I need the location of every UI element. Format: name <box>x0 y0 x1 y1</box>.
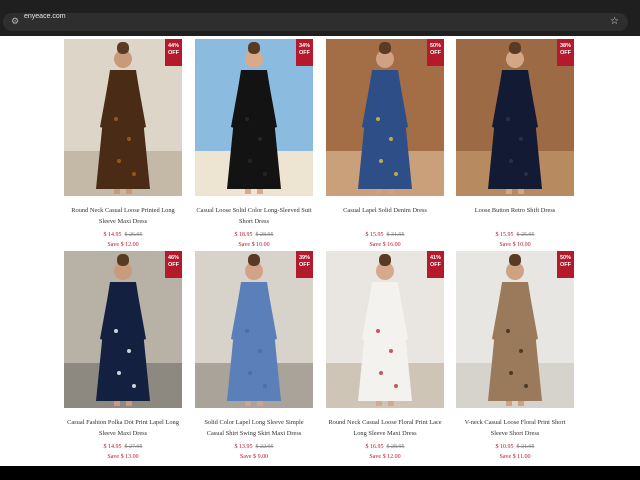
price-row: $ 14.95 $ 27.95 <box>64 443 182 451</box>
savings-text: Save $ 12.00 <box>107 242 139 248</box>
product-title[interactable]: Casual Fashion Polka Dot Print Lapel Lon… <box>64 417 182 439</box>
discount-off-label: OFF <box>299 50 310 56</box>
price-row: $ 16.95 $ 28.95 <box>326 443 444 451</box>
product-image[interactable]: 44% OFF <box>64 39 182 196</box>
product-title[interactable]: Solid Color Lapel Long Sleeve Simple Cas… <box>195 417 313 439</box>
product-card[interactable]: 34% OFF Casual Loose Solid Color Long-Sl… <box>195 39 313 249</box>
savings-text: Save $ 9.00 <box>239 454 269 460</box>
product-title[interactable]: Round Neck Casual Loose Printed Long Sle… <box>64 205 182 227</box>
discount-badge: 41% OFF <box>427 251 444 278</box>
address-bar[interactable]: ⚙ enyeace.com ☆ <box>3 13 628 31</box>
discount-off-label: OFF <box>560 262 571 268</box>
product-title[interactable]: V-neck Casual Loose Floral Print Short S… <box>456 417 574 439</box>
discount-badge: 39% OFF <box>296 251 313 278</box>
price-row: $ 14.95 $ 26.95 <box>64 231 182 239</box>
discount-percent: 39% <box>298 255 310 261</box>
product-image[interactable]: 46% OFF <box>64 251 182 408</box>
savings-text: Save $ 16.00 <box>369 242 401 248</box>
product-card[interactable]: 50% OFF Casual Lapel Solid Denim Dress $… <box>326 39 444 249</box>
savings-text: Save $ 10.00 <box>238 242 270 248</box>
product-title[interactable]: Loose Button Retro Shift Dress <box>456 205 574 227</box>
product-image[interactable]: 41% OFF <box>326 251 444 408</box>
sale-price: $ 15.95 <box>365 232 384 238</box>
savings-text: Save $ 11.00 <box>499 454 531 460</box>
original-price: $ 28.95 <box>386 444 405 450</box>
bottom-bar <box>0 466 640 480</box>
discount-off-label: OFF <box>299 262 310 268</box>
discount-percent: 46% <box>167 255 179 261</box>
product-title[interactable]: Casual Loose Solid Color Long-Sleeved Su… <box>195 205 313 227</box>
price-row: $ 13.95 $ 22.95 <box>195 443 313 451</box>
product-image[interactable]: 50% OFF <box>456 251 574 408</box>
original-price: $ 27.95 <box>124 444 143 450</box>
discount-off-label: OFF <box>168 262 179 268</box>
sale-price: $ 16.95 <box>365 444 384 450</box>
sale-price: $ 15.95 <box>495 232 514 238</box>
product-image[interactable]: 38% OFF <box>456 39 574 196</box>
product-grid-page: 44% OFF Round Neck Casual Loose Printed … <box>0 36 640 466</box>
discount-percent: 34% <box>298 43 310 49</box>
price-row: $ 15.95 $ 31.95 <box>326 231 444 239</box>
product-card[interactable]: 44% OFF Round Neck Casual Loose Printed … <box>64 39 182 249</box>
discount-badge: 38% OFF <box>557 39 574 66</box>
original-price: $ 28.95 <box>255 232 274 238</box>
product-card[interactable]: 50% OFF V-neck Casual Loose Floral Print… <box>456 251 574 461</box>
discount-badge: 34% OFF <box>296 39 313 66</box>
price-row: $ 10.95 $ 21.95 <box>456 443 574 451</box>
discount-off-label: OFF <box>430 262 441 268</box>
discount-badge: 44% OFF <box>165 39 182 66</box>
product-image[interactable]: 39% OFF <box>195 251 313 408</box>
product-image[interactable]: 50% OFF <box>326 39 444 196</box>
discount-off-label: OFF <box>168 50 179 56</box>
sale-price: $ 18.95 <box>234 232 253 238</box>
discount-percent: 44% <box>167 43 179 49</box>
discount-percent: 50% <box>429 43 441 49</box>
original-price: $ 22.95 <box>255 444 274 450</box>
discount-percent: 38% <box>559 43 571 49</box>
savings-text: Save $ 10.00 <box>499 242 531 248</box>
original-price: $ 21.95 <box>516 444 535 450</box>
discount-percent: 41% <box>429 255 441 261</box>
url-text[interactable]: enyeace.com <box>24 13 66 31</box>
price-row: $ 15.95 $ 25.95 <box>456 231 574 239</box>
price-row: $ 18.95 $ 28.95 <box>195 231 313 239</box>
sale-price: $ 14.95 <box>103 444 122 450</box>
product-title[interactable]: Round Neck Casual Loose Floral Print Lac… <box>326 417 444 439</box>
product-title[interactable]: Casual Lapel Solid Denim Dress <box>326 205 444 227</box>
discount-off-label: OFF <box>430 50 441 56</box>
original-price: $ 26.95 <box>124 232 143 238</box>
discount-badge: 50% OFF <box>557 251 574 278</box>
product-card[interactable]: 38% OFF Loose Button Retro Shift Dress $… <box>456 39 574 249</box>
product-card[interactable]: 41% OFF Round Neck Casual Loose Floral P… <box>326 251 444 461</box>
product-card[interactable]: 46% OFF Casual Fashion Polka Dot Print L… <box>64 251 182 461</box>
savings-text: Save $ 13.00 <box>107 454 139 460</box>
discount-off-label: OFF <box>560 50 571 56</box>
sale-price: $ 13.95 <box>234 444 253 450</box>
discount-badge: 46% OFF <box>165 251 182 278</box>
discount-badge: 50% OFF <box>427 39 444 66</box>
savings-text: Save $ 12.00 <box>369 454 401 460</box>
discount-percent: 50% <box>559 255 571 261</box>
site-info-icon[interactable]: ⚙ <box>8 15 22 29</box>
sale-price: $ 10.95 <box>495 444 514 450</box>
original-price: $ 25.95 <box>516 232 535 238</box>
sale-price: $ 14.95 <box>103 232 122 238</box>
product-card[interactable]: 39% OFF Solid Color Lapel Long Sleeve Si… <box>195 251 313 461</box>
bookmark-star-icon[interactable]: ☆ <box>610 14 619 30</box>
original-price: $ 31.95 <box>386 232 405 238</box>
product-image[interactable]: 34% OFF <box>195 39 313 196</box>
